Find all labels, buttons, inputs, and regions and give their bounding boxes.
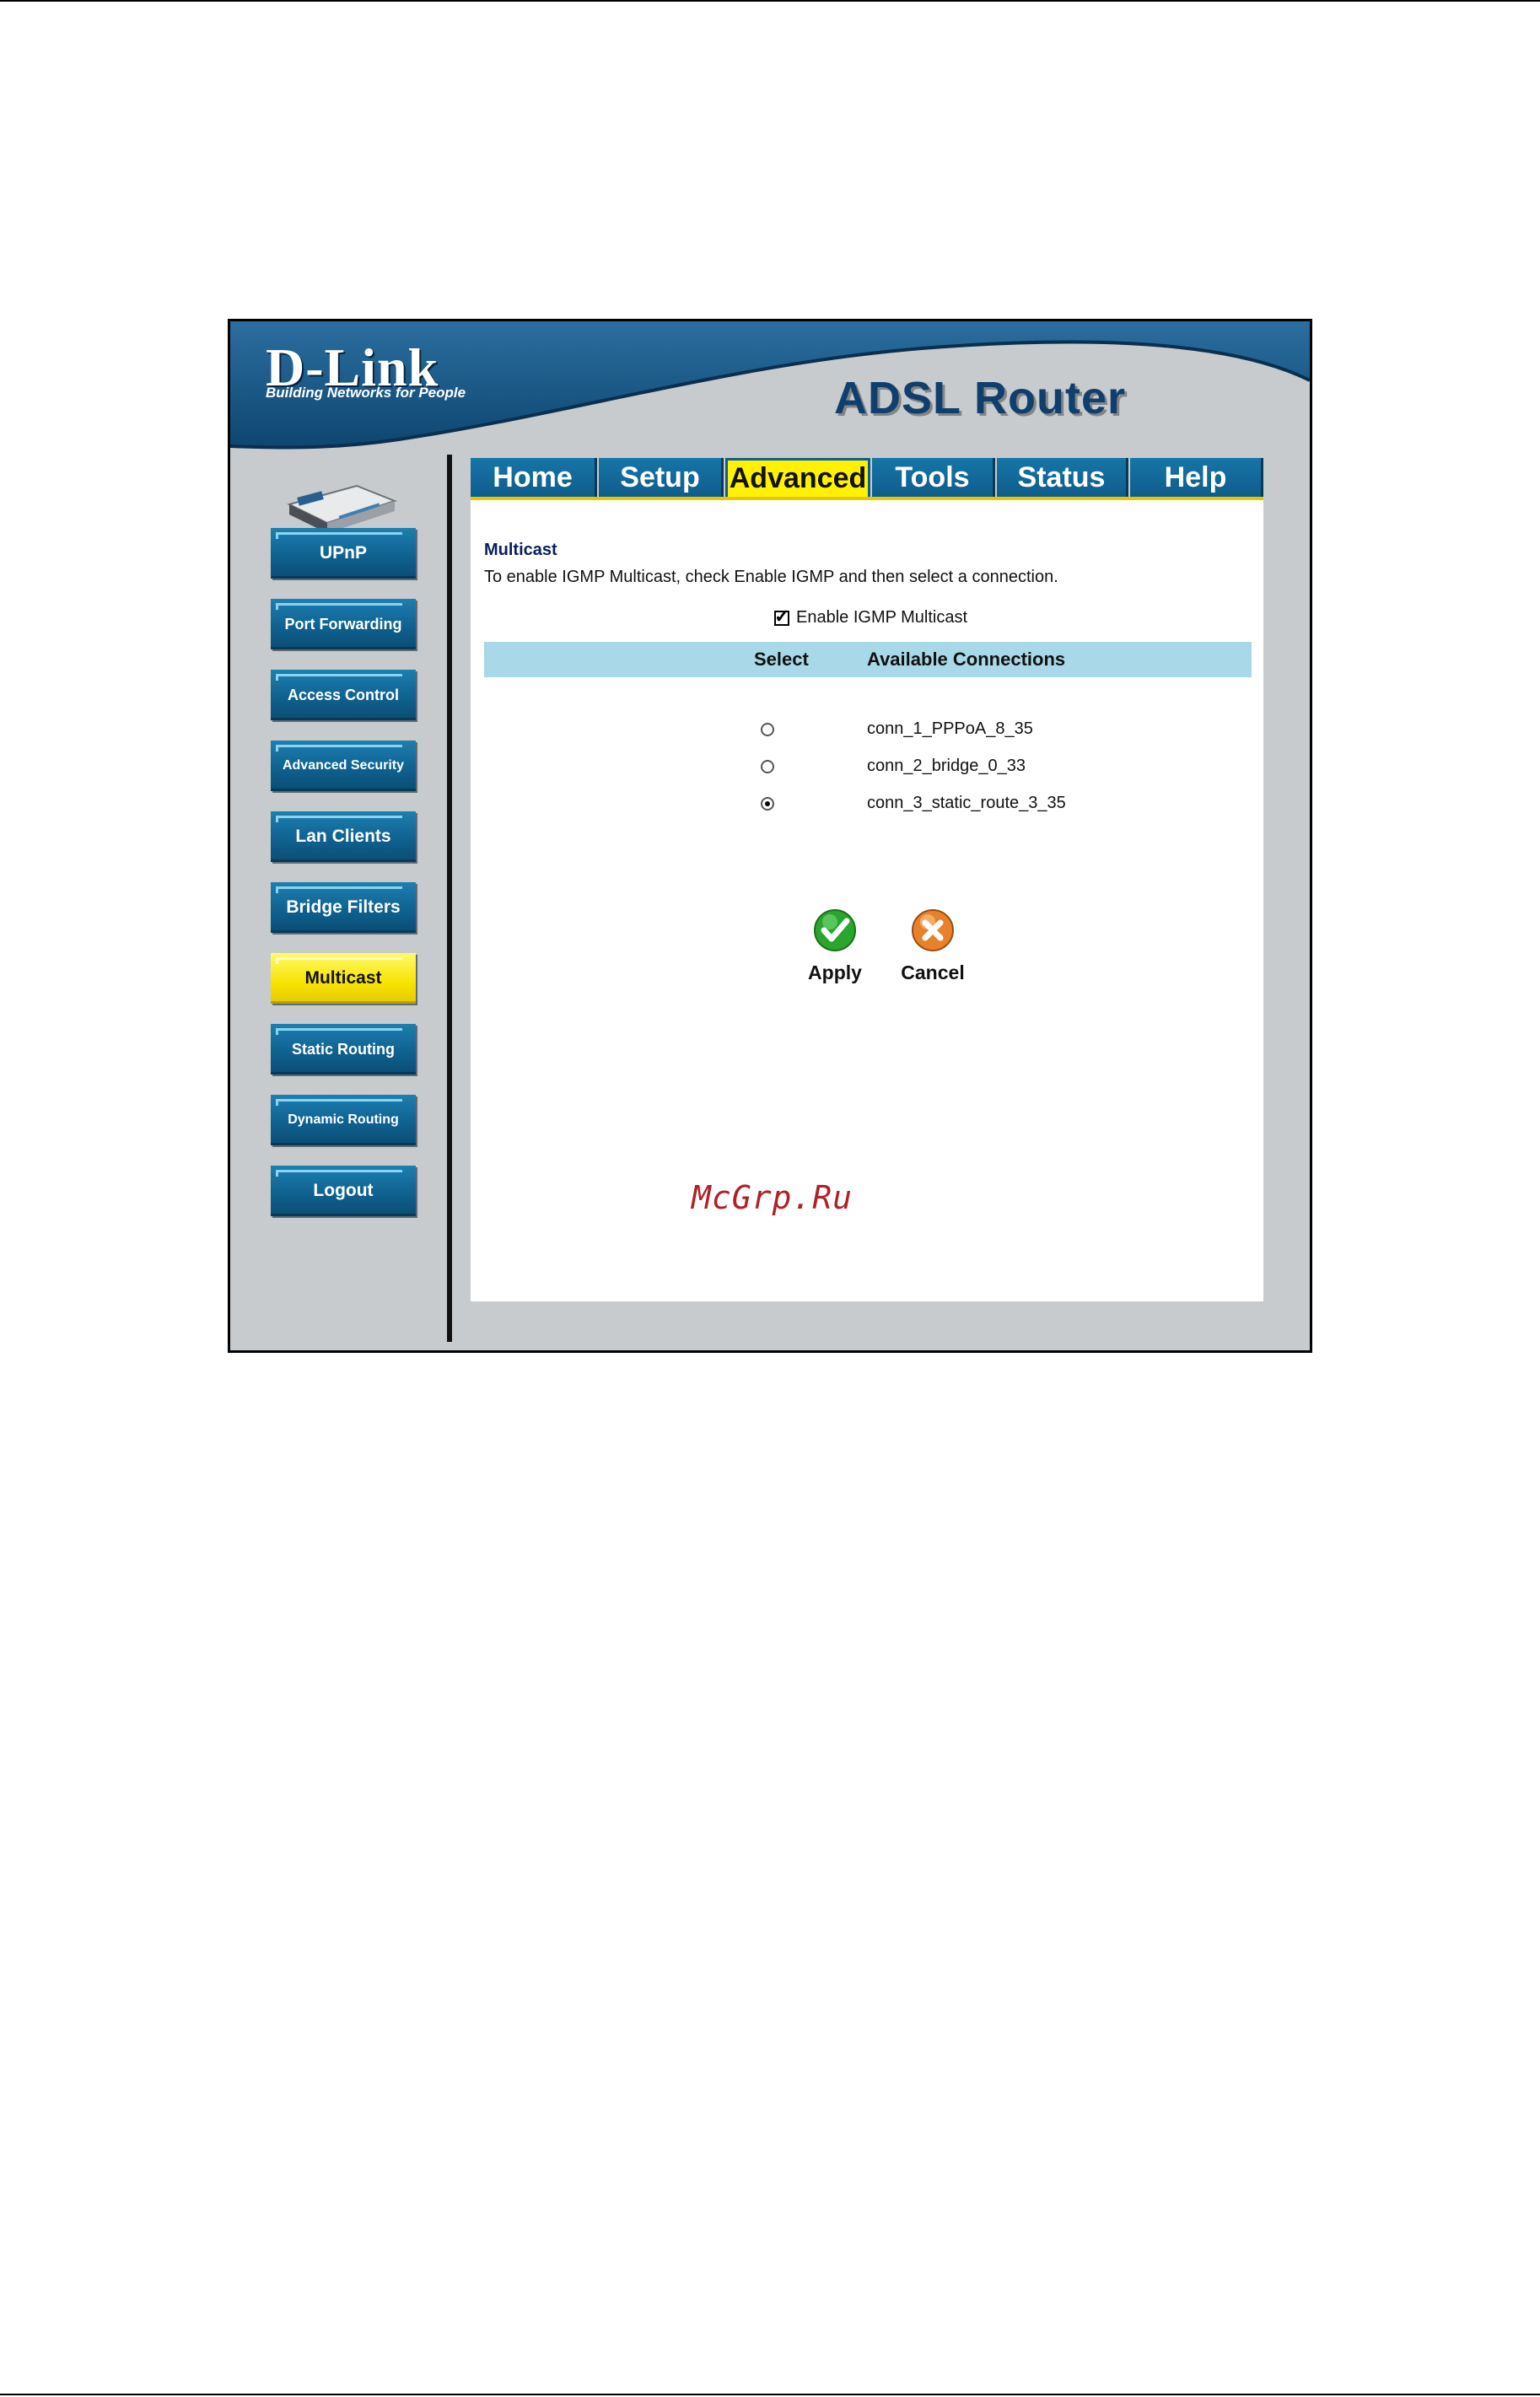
- apply-button[interactable]: Apply: [793, 908, 877, 984]
- cancel-label: Cancel: [901, 961, 965, 983]
- sidebar-divider: [447, 455, 452, 1342]
- content-panel: Multicast To enable IGMP Multicast, chec…: [471, 500, 1263, 1301]
- sidebar: UPnP Port Forwarding Access Control Adva…: [230, 461, 448, 1350]
- sidebar-item-port-forwarding[interactable]: Port Forwarding: [271, 599, 416, 649]
- tab-label: Home: [493, 461, 573, 493]
- tab-label: Advanced: [729, 462, 867, 494]
- check-icon: ✓: [774, 605, 790, 627]
- tab-status[interactable]: Status: [997, 458, 1128, 497]
- enable-igmp-label: Enable IGMP Multicast: [796, 608, 968, 627]
- apply-label: Apply: [808, 961, 862, 983]
- product-title: ADSL Router: [834, 373, 1127, 423]
- tab-tools[interactable]: Tools: [872, 458, 995, 497]
- sidebar-item-advanced-security[interactable]: Advanced Security: [271, 741, 416, 791]
- connection-radio-2[interactable]: [761, 760, 774, 773]
- page-bottom-rule: [0, 2394, 1540, 2395]
- sidebar-item-label: Logout: [313, 1181, 374, 1200]
- table-row: conn_2_bridge_0_33: [471, 755, 1263, 780]
- tab-setup[interactable]: Setup: [599, 458, 724, 497]
- cancel-button[interactable]: Cancel: [891, 908, 975, 984]
- tab-label: Setup: [620, 461, 700, 493]
- page-top-rule: [0, 0, 1540, 2]
- tab-label: Help: [1164, 461, 1227, 493]
- sidebar-item-access-control[interactable]: Access Control: [271, 670, 416, 720]
- connection-name: conn_3_static_route_3_35: [867, 794, 1066, 812]
- connections-table-header: Select Available Connections: [484, 642, 1252, 677]
- sidebar-item-label: Bridge Filters: [286, 897, 401, 917]
- sidebar-item-label: UPnP: [319, 543, 367, 563]
- tab-label: Status: [1017, 461, 1106, 493]
- sidebar-item-label: Advanced Security: [282, 758, 405, 773]
- watermark-text: McGrp.Ru: [692, 1179, 853, 1216]
- connection-name: conn_2_bridge_0_33: [867, 757, 1026, 775]
- tab-label: Tools: [895, 461, 970, 493]
- sidebar-item-label: Lan Clients: [295, 827, 391, 846]
- apply-check-icon: [814, 909, 856, 951]
- header-banner: D-Link Building Networks for People ADSL…: [230, 321, 1310, 461]
- tab-help[interactable]: Help: [1130, 458, 1263, 497]
- section-description: To enable IGMP Multicast, check Enable I…: [484, 568, 1058, 586]
- dlink-tagline: Building Networks for People: [266, 385, 466, 401]
- enable-igmp-row: ✓ Enable IGMP Multicast: [774, 606, 968, 628]
- sidebar-item-label: Access Control: [287, 686, 400, 703]
- sidebar-item-label: Multicast: [304, 968, 382, 988]
- sidebar-item-multicast[interactable]: Multicast: [271, 953, 416, 1004]
- connection-name: conn_1_PPPoA_8_35: [867, 719, 1033, 738]
- sidebar-item-label: Static Routing: [292, 1040, 395, 1058]
- column-header-available-connections: Available Connections: [867, 649, 1066, 670]
- tab-home[interactable]: Home: [471, 458, 597, 497]
- sidebar-item-label: Dynamic Routing: [288, 1112, 399, 1127]
- cancel-x-icon: [912, 909, 954, 951]
- connection-radio-3[interactable]: [761, 797, 774, 811]
- table-row: conn_3_static_route_3_35: [471, 792, 1263, 817]
- column-header-select: Select: [754, 649, 809, 670]
- section-title: Multicast: [484, 541, 557, 559]
- sidebar-item-logout[interactable]: Logout: [271, 1166, 416, 1216]
- connection-radio-1[interactable]: [761, 723, 774, 736]
- sidebar-item-upnp[interactable]: UPnP: [271, 528, 416, 579]
- sidebar-item-static-routing[interactable]: Static Routing: [271, 1024, 416, 1075]
- tab-advanced[interactable]: Advanced: [725, 458, 870, 497]
- sidebar-item-label: Port Forwarding: [284, 615, 402, 633]
- table-row: conn_1_PPPoA_8_35: [471, 718, 1263, 743]
- enable-igmp-checkbox[interactable]: ✓: [774, 606, 789, 627]
- sidebar-item-dynamic-routing[interactable]: Dynamic Routing: [271, 1095, 416, 1145]
- sidebar-item-bridge-filters[interactable]: Bridge Filters: [271, 882, 416, 933]
- sidebar-item-lan-clients[interactable]: Lan Clients: [271, 811, 416, 862]
